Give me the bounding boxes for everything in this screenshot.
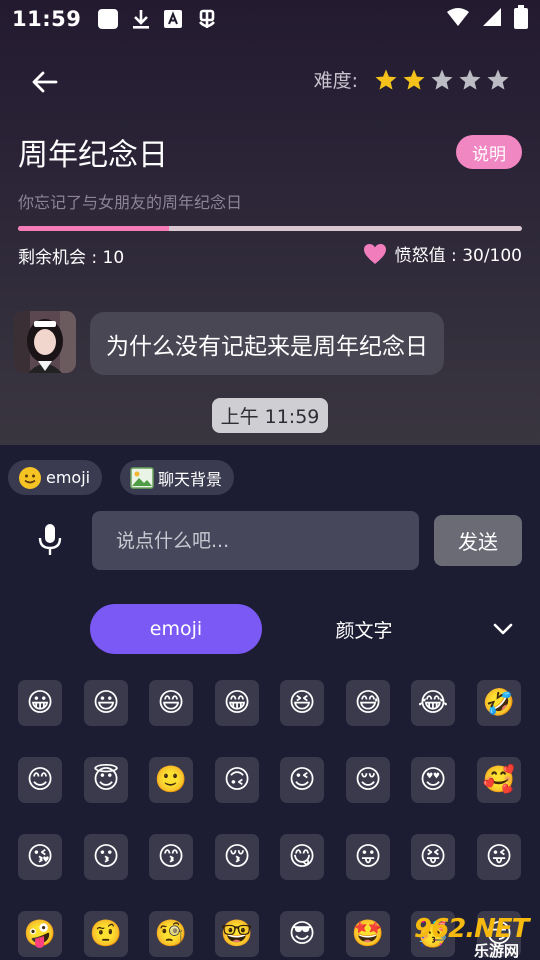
avatar[interactable] — [14, 311, 76, 373]
smiley-icon — [18, 466, 42, 490]
emoji-key[interactable]: 😘 — [18, 834, 62, 880]
emoji-key[interactable]: 🧐 — [149, 911, 193, 957]
chat-background-chip[interactable]: 聊天背景 — [120, 460, 235, 495]
emoji-key[interactable]: 🙂 — [149, 757, 193, 803]
emoji-key[interactable]: 😋 — [280, 834, 324, 880]
send-button[interactable]: 发送 — [434, 515, 522, 566]
chat-message-bubble: 为什么没有记起来是周年纪念日 — [90, 312, 444, 375]
status-bar: 11:59 — [0, 0, 540, 38]
star-filled-icon — [403, 69, 425, 90]
emoji-chip[interactable]: emoji — [8, 460, 103, 495]
back-button[interactable] — [26, 64, 62, 100]
difficulty-rating: 难度: — [314, 66, 510, 93]
emoji-key[interactable]: 😊 — [18, 757, 62, 803]
emoji-key[interactable]: 😉 — [280, 757, 324, 803]
anger-meter: 愤怒值 : 30/100 — [363, 241, 522, 266]
emoji-key[interactable]: 🤪 — [18, 911, 62, 957]
signal-icon — [482, 7, 502, 32]
star-filled-icon — [375, 69, 397, 90]
scenario-description: 你忘记了与女朋友的周年纪念日 — [18, 193, 243, 212]
emoji-key[interactable]: 😍 — [411, 757, 455, 803]
progress-bar — [18, 226, 522, 231]
heart-icon — [363, 243, 386, 264]
emoji-key[interactable]: 😃 — [84, 680, 128, 726]
arrow-left-icon — [32, 71, 58, 93]
difficulty-stars — [374, 68, 510, 92]
difficulty-label: 难度: — [313, 70, 358, 92]
watermark-sub: 乐游网 — [474, 942, 520, 960]
emoji-key[interactable]: 🤩 — [346, 911, 390, 957]
star-empty-icon — [459, 69, 481, 90]
star-empty-icon — [431, 69, 453, 90]
status-time: 11:59 — [12, 7, 82, 31]
emoji-key[interactable]: 😁 — [215, 680, 259, 726]
tab-emoji[interactable]: emoji — [90, 604, 262, 654]
emoji-key[interactable]: 🙃 — [215, 757, 259, 803]
emoji-key[interactable]: 😗 — [84, 834, 128, 880]
emoji-key[interactable]: 🤣 — [477, 680, 521, 726]
emoji-key[interactable]: 😜 — [477, 834, 521, 880]
emoji-key[interactable]: 😝 — [411, 834, 455, 880]
emoji-key[interactable]: 😌 — [346, 757, 390, 803]
collapse-button[interactable] — [488, 614, 518, 644]
emoji-chip-label: emoji — [46, 468, 91, 487]
emoji-key[interactable]: 😂 — [411, 680, 455, 726]
remaining-chances: 剩余机会 : 10 — [18, 248, 125, 268]
wifi-icon — [446, 7, 470, 32]
emoji-key[interactable]: 😇 — [84, 757, 128, 803]
emoji-key[interactable]: 😆 — [280, 680, 324, 726]
emoji-key[interactable]: 😚 — [215, 834, 259, 880]
picture-icon — [130, 466, 154, 489]
emoji-key[interactable]: 🥰 — [477, 757, 521, 803]
notification-square-icon — [97, 8, 119, 30]
chevron-down-icon — [493, 623, 513, 635]
progress-fill — [18, 226, 170, 231]
emoji-key[interactable]: 😅 — [346, 680, 390, 726]
watermark-logo: 962.NET 乐游网 — [400, 910, 540, 960]
message-input[interactable] — [92, 511, 419, 570]
star-empty-icon — [487, 69, 509, 90]
explain-button[interactable]: 说明 — [456, 135, 522, 169]
emoji-key[interactable]: 😎 — [280, 911, 324, 957]
emoji-key[interactable]: 😛 — [346, 834, 390, 880]
message-timestamp: 上午 11:59 — [212, 398, 328, 433]
chat-background-label: 聊天背景 — [158, 469, 223, 489]
anger-value: 愤怒值 : 30/100 — [394, 246, 522, 266]
bug-icon — [195, 7, 219, 31]
battery-icon — [514, 4, 528, 34]
microphone-icon — [38, 524, 62, 555]
page-title: 周年纪念日 — [18, 138, 168, 173]
tab-kaomoji[interactable]: 颜文字 — [312, 604, 416, 654]
download-icon — [131, 8, 151, 30]
emoji-key[interactable]: 😄 — [149, 680, 193, 726]
emoji-key[interactable]: 😙 — [149, 834, 193, 880]
a-box-icon — [163, 9, 183, 29]
emoji-key[interactable]: 🤓 — [215, 911, 259, 957]
voice-input-button[interactable] — [34, 521, 66, 559]
emoji-key[interactable]: 😀 — [18, 680, 62, 726]
emoji-key[interactable]: 🤨 — [84, 911, 128, 957]
